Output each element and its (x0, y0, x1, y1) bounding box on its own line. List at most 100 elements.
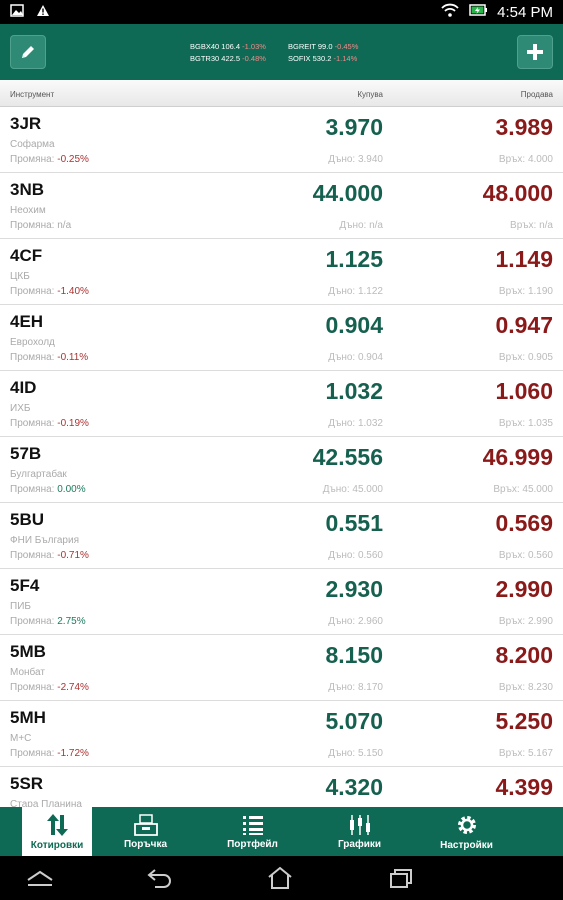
instrument-symbol: 5MH (10, 708, 46, 727)
buy-price: 44.000 (312, 180, 383, 206)
low-value: 2.960 (357, 616, 383, 627)
table-row[interactable]: 4EH Еврохолд Промяна: -0.11% 0.904 0.947 Дъно… (0, 305, 563, 371)
instrument-name: ФНИ България (10, 535, 79, 546)
high-label: Връх: (498, 682, 526, 693)
change-value: 0.00% (57, 484, 86, 495)
collapse-icon (27, 870, 53, 886)
add-button[interactable] (517, 35, 553, 69)
high-text: Връх: 0.560 (499, 550, 553, 561)
sell-price: 46.999 (482, 444, 553, 470)
table-row[interactable]: 5F4 ПИБ Промяна: 2.75% 2.930 2.990 Дъно: 2.96… (0, 569, 563, 635)
back-icon (147, 869, 171, 888)
buy-price: 4.320 (325, 774, 383, 800)
collapse-button[interactable] (20, 864, 60, 892)
table-row[interactable]: 5BU ФНИ България Промяна: -0.71% 0.551 0.569… (0, 503, 563, 569)
instrument-name: ПИБ (10, 601, 31, 612)
change-value: -0.19% (57, 418, 89, 429)
sell-price: 1.149 (495, 246, 553, 272)
tab-portfolio[interactable]: Портфейл (199, 807, 306, 856)
status-bar: 4:54 PM (0, 0, 563, 24)
high-text: Връх: 45.000 (493, 484, 553, 495)
instrument-name: ИХБ (10, 403, 31, 414)
table-row[interactable]: 5SRСтара ПланинаПромяна: 4.3204.399Дъно:… (0, 767, 563, 807)
edit-icon (22, 46, 34, 58)
warning-icon (36, 4, 52, 18)
sell-price: 8.200 (495, 642, 553, 668)
high-value: 0.560 (527, 550, 553, 561)
high-label: Връх: (498, 418, 526, 429)
high-text: Връх: n/a (510, 220, 553, 231)
tab-quotes[interactable]: Котировки (22, 807, 92, 856)
change-text: Промяна: 0.00% (10, 484, 86, 495)
high-text: Връх: 0.905 (499, 352, 553, 363)
system-nav-bar (0, 856, 563, 900)
change-label: Промяна: (10, 154, 55, 165)
column-header: Инструмент Купува Продава (0, 80, 563, 107)
instrument-symbol: 4ID (10, 378, 37, 397)
sell-price: 4.399 (495, 774, 553, 800)
high-label: Връх: (498, 154, 526, 165)
low-label: Дъно: (328, 352, 356, 363)
low-value: 3.940 (357, 154, 383, 165)
high-label: Връх: (498, 748, 526, 759)
low-value: 1.122 (357, 286, 383, 297)
recents-icon (390, 869, 412, 888)
high-value: 2.990 (527, 616, 553, 627)
home-button[interactable] (260, 864, 300, 892)
charts-icon (349, 814, 370, 835)
low-value: 1.032 (357, 418, 383, 429)
instrument-symbol: 57B (10, 444, 42, 463)
add-icon (527, 44, 543, 60)
tab-settings[interactable]: Настройки (413, 807, 520, 856)
low-value: 0.560 (357, 550, 383, 561)
change-text: Промяна: -2.74% (10, 682, 89, 693)
low-label: Дъно: (328, 286, 356, 297)
instrument-name: ЦКБ (10, 271, 30, 282)
change-value: -0.71% (57, 550, 89, 561)
instrument-column-header: Инструмент (10, 90, 55, 99)
table-row[interactable]: 5MB Монбат Промяна: -2.74% 8.150 8.200 Дъно: … (0, 635, 563, 701)
change-value: -1.72% (57, 748, 89, 759)
low-value: 8.170 (357, 682, 383, 693)
table-row[interactable]: 3JR Софарма Промяна: -0.25% 3.970 3.989 Дъно:… (0, 107, 563, 173)
change-label: Промяна: (10, 748, 55, 759)
table-row[interactable]: 4ID ИХБ Промяна: -0.19% 1.032 1.060 Дъно: 1.0… (0, 371, 563, 437)
quotes-list[interactable]: 3JR Софарма Промяна: -0.25% 3.970 3.989 Дъно:… (0, 107, 563, 807)
low-label: Дъно: (328, 154, 356, 165)
low-text: Дъно: 45.000 (323, 484, 383, 495)
sell-price: 0.947 (495, 312, 553, 338)
low-text: Дъно: 0.904 (328, 352, 383, 363)
instrument-name: М+С (10, 733, 32, 744)
table-row[interactable]: 5MH М+С Промяна: -1.72% 5.070 5.250 Дъно: 5.1… (0, 701, 563, 767)
tab-charts[interactable]: Графики (306, 807, 413, 856)
low-label: Дъно: (328, 550, 356, 561)
image-icon (10, 4, 26, 18)
high-text: Връх: 1.190 (499, 286, 553, 297)
home-icon (268, 866, 292, 889)
sell-price: 2.990 (495, 576, 553, 602)
change-text: Промяна: -0.71% (10, 550, 89, 561)
buy-price: 5.070 (325, 708, 383, 734)
change-text: Промяна: n/a (10, 220, 71, 231)
edit-button[interactable] (10, 35, 46, 69)
change-label: Промяна: (10, 352, 55, 363)
sell-price: 48.000 (482, 180, 553, 206)
change-value: 2.75% (57, 616, 86, 627)
tab-order[interactable]: Поръчка (92, 807, 199, 856)
low-text: Дъно: 0.560 (328, 550, 383, 561)
low-text: Дъно: 5.150 (328, 748, 383, 759)
table-row[interactable]: 57B Булгартабак Промяна: 0.00% 42.556 46.999… (0, 437, 563, 503)
low-label: Дъно: (339, 220, 367, 231)
high-label: Връх: (498, 352, 526, 363)
recents-button[interactable] (380, 864, 420, 892)
low-text: Дъно: 8.170 (328, 682, 383, 693)
buy-price: 8.150 (325, 642, 383, 668)
table-row[interactable]: 4CF ЦКБ Промяна: -1.40% 1.125 1.149 Дъно: 1.1… (0, 239, 563, 305)
instrument-symbol: 5BU (10, 510, 45, 529)
buy-price: 1.125 (325, 246, 383, 272)
high-value: 8.230 (527, 682, 553, 693)
back-button[interactable] (140, 864, 180, 892)
table-row[interactable]: 3NB Неохим Промяна: n/a 44.000 48.000 Дъно: n… (0, 173, 563, 239)
change-label: Промяна: (10, 418, 55, 429)
high-value: 1.190 (527, 286, 553, 297)
